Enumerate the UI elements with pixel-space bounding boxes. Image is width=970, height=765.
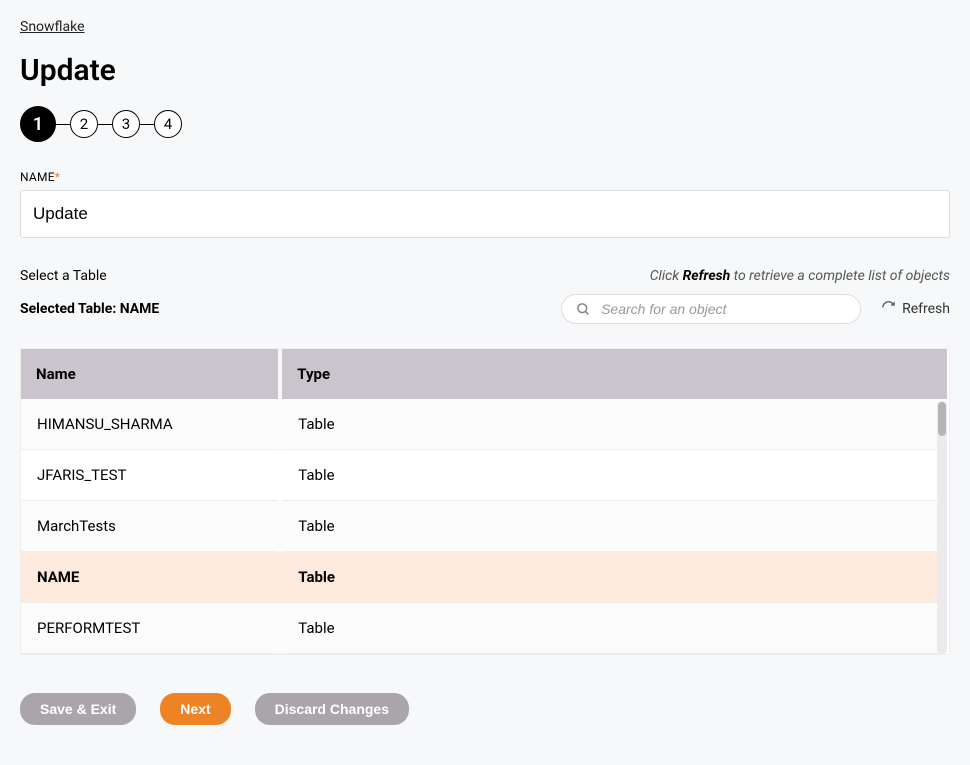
selected-table-label: Selected Table: NAME <box>20 301 159 317</box>
search-input[interactable] <box>601 301 846 317</box>
name-field-label: NAME* <box>20 170 950 184</box>
objects-table: Name Type HIMANSU_SHARMATableJFARIS_TEST… <box>21 349 949 654</box>
save-exit-button[interactable]: Save & Exit <box>20 693 136 725</box>
refresh-hint-suffix: to retrieve a complete list of objects <box>730 268 950 284</box>
refresh-icon <box>881 300 896 319</box>
table-wrap: Name Type HIMANSU_SHARMATableJFARIS_TEST… <box>20 348 950 655</box>
cell-name: JFARIS_TEST <box>21 450 280 501</box>
cell-type: Table <box>280 501 947 552</box>
required-star: * <box>55 170 60 184</box>
refresh-button[interactable]: Refresh <box>881 300 950 319</box>
next-button[interactable]: Next <box>160 693 230 725</box>
search-icon <box>576 302 591 317</box>
cell-type: Table <box>280 450 947 501</box>
name-input[interactable] <box>20 190 950 238</box>
discard-button[interactable]: Discard Changes <box>255 693 409 725</box>
table-row[interactable]: MarchTestsTable <box>21 501 947 552</box>
cell-name: PERFORMTEST <box>21 603 280 654</box>
name-label-text: NAME <box>20 170 55 184</box>
step-connector <box>56 124 70 125</box>
step-2[interactable]: 2 <box>70 110 98 138</box>
select-table-prompt: Select a Table <box>20 268 107 284</box>
refresh-hint-bold: Refresh <box>683 268 731 284</box>
column-header-name[interactable]: Name <box>21 349 280 399</box>
table-row[interactable]: HIMANSU_SHARMATable <box>21 399 947 450</box>
button-row: Save & Exit Next Discard Changes <box>20 693 950 745</box>
step-connector <box>140 124 154 125</box>
scrollbar-thumb[interactable] <box>938 402 946 436</box>
cell-type: Table <box>280 603 947 654</box>
cell-type: Table <box>280 399 947 450</box>
column-header-type[interactable]: Type <box>280 349 947 399</box>
refresh-hint: Click Refresh to retrieve a complete lis… <box>650 268 950 284</box>
table-row[interactable]: NAMETable <box>21 552 947 603</box>
cell-name: NAME <box>21 552 280 603</box>
page-title: Update <box>20 53 950 88</box>
refresh-label: Refresh <box>902 301 950 317</box>
step-4[interactable]: 4 <box>154 110 182 138</box>
table-row[interactable]: JFARIS_TESTTable <box>21 450 947 501</box>
breadcrumb-link[interactable]: Snowflake <box>20 19 85 35</box>
cell-name: HIMANSU_SHARMA <box>21 399 280 450</box>
cell-type: Table <box>280 552 947 603</box>
cell-name: MarchTests <box>21 501 280 552</box>
scrollbar-track[interactable] <box>937 401 947 654</box>
table-row[interactable]: PERFORMTESTTable <box>21 603 947 654</box>
refresh-hint-prefix: Click <box>650 268 683 284</box>
step-3[interactable]: 3 <box>112 110 140 138</box>
step-connector <box>98 124 112 125</box>
stepper: 1 2 3 4 <box>20 106 950 142</box>
search-box[interactable] <box>561 294 861 324</box>
step-1[interactable]: 1 <box>20 106 56 142</box>
